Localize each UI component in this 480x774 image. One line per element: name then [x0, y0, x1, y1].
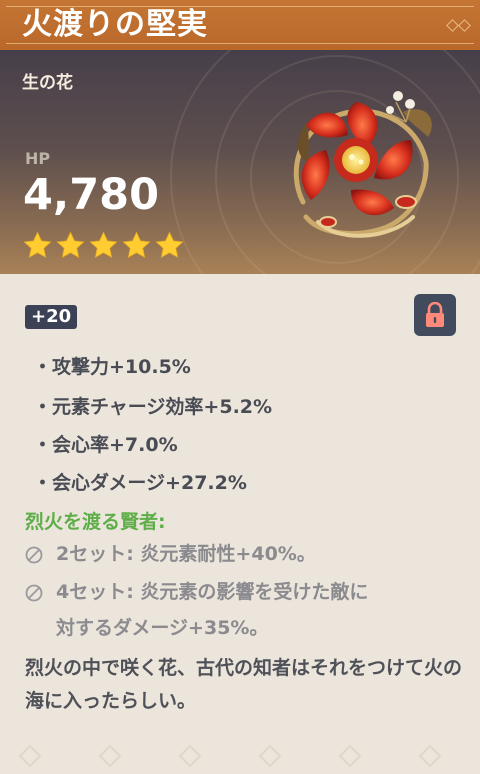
prohibited-circle-icon	[25, 546, 43, 564]
star-icon	[23, 231, 52, 259]
substat-line: ・元素チャージ効率+5.2%	[33, 396, 273, 418]
artifact-name: 火渡りの堅実	[22, 7, 208, 42]
title-bar: 火渡りの堅実	[0, 0, 480, 51]
title-ornament-diamond	[458, 19, 471, 32]
star-icon	[155, 231, 184, 259]
set-bonus-text: 2セット: 炎元素耐性+40%。	[56, 543, 316, 565]
artifact-detail-card: 火渡りの堅実 生の花 HP 4,780 +20 ・攻撃力+10.5% ・元素チャ…	[0, 0, 480, 774]
artifact-description: 烈火の中で咲く花、古代の知者はそれをつけて火の海に入ったらしい。	[25, 657, 463, 712]
rarity-stars	[22, 230, 185, 261]
artifact-header: 生の花 HP 4,780	[0, 50, 480, 274]
title-ornament-line	[6, 43, 474, 44]
set-bonus-text: 4セット: 炎元素の影響を受けた敵に	[56, 581, 369, 603]
title-ornament-diamond	[446, 19, 459, 32]
red-flower-artifact-icon	[293, 91, 432, 238]
set-bonus-text-continued: 対するダメージ+35%。	[56, 617, 269, 639]
lock-button[interactable]	[414, 294, 456, 336]
main-stat-value: 4,780	[23, 170, 160, 220]
main-stat-label: HP	[25, 149, 51, 168]
set-name: 烈火を渡る賢者:	[25, 511, 166, 533]
substat-line: ・会心率+7.0%	[33, 434, 178, 456]
star-icon	[56, 231, 85, 259]
substat-line: ・攻撃力+10.5%	[33, 356, 191, 378]
prohibited-circle-icon	[25, 584, 43, 602]
title-ornament-line	[6, 6, 474, 7]
star-icon	[122, 231, 151, 259]
level-badge: +20	[25, 305, 78, 329]
footer-decoration	[18, 744, 442, 768]
lock-icon	[426, 302, 444, 327]
substat-line: ・会心ダメージ+27.2%	[33, 472, 247, 494]
star-icon	[89, 231, 118, 259]
artifact-slot: 生の花	[22, 73, 73, 93]
